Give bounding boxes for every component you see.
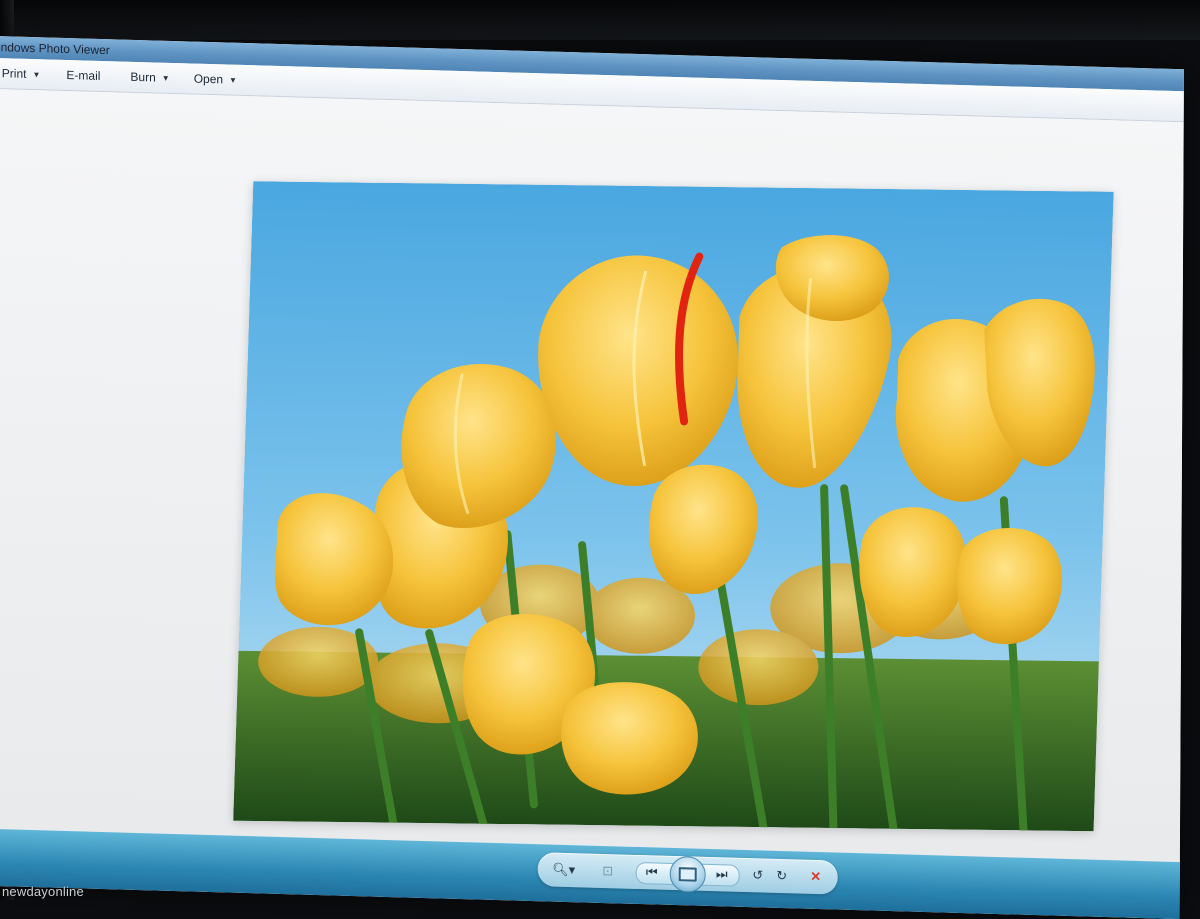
rotate-counterclockwise-icon[interactable]: ↺ <box>746 864 770 887</box>
monitor-bezel-top <box>0 0 1200 40</box>
photo-viewer-window: indows Photo Viewer Print ▼ E-mail Burn … <box>0 36 1184 919</box>
yellow-tulips-photo <box>233 181 1114 832</box>
displayed-photo <box>233 181 1114 832</box>
menu-email-label: E-mail <box>66 68 101 83</box>
delete-icon[interactable]: ✕ <box>804 866 828 889</box>
chevron-down-icon: ▼ <box>32 69 41 79</box>
next-icon[interactable]: ⏭ <box>710 863 734 886</box>
slideshow-icon[interactable] <box>669 855 706 893</box>
rotate-clockwise-icon[interactable]: ↻ <box>770 865 794 888</box>
previous-icon[interactable]: ⏮ <box>640 861 664 884</box>
menu-open-label: Open <box>193 71 224 87</box>
image-viewport <box>0 88 1184 863</box>
actual-size-icon[interactable]: ⊡ <box>596 860 620 883</box>
chevron-down-icon: ▼ <box>161 73 170 83</box>
menu-print[interactable]: Print ▼ <box>0 58 52 90</box>
menu-email[interactable]: E-mail <box>52 60 112 92</box>
chevron-down-icon: ▼ <box>229 75 238 85</box>
watermark: newdayonline <box>2 884 84 899</box>
menu-print-label: Print <box>1 66 27 81</box>
window-title: indows Photo Viewer <box>0 40 110 58</box>
menu-burn[interactable]: Burn ▼ <box>112 61 181 93</box>
zoom-icon[interactable]: 🔍︎▾ <box>552 859 576 882</box>
menu-open[interactable]: Open ▼ <box>182 63 249 95</box>
playback-controls: 🔍︎▾ ⊡ ⏮ ⏭ ↺ ↻ ✕ <box>537 852 838 895</box>
menu-burn-label: Burn <box>130 69 156 85</box>
